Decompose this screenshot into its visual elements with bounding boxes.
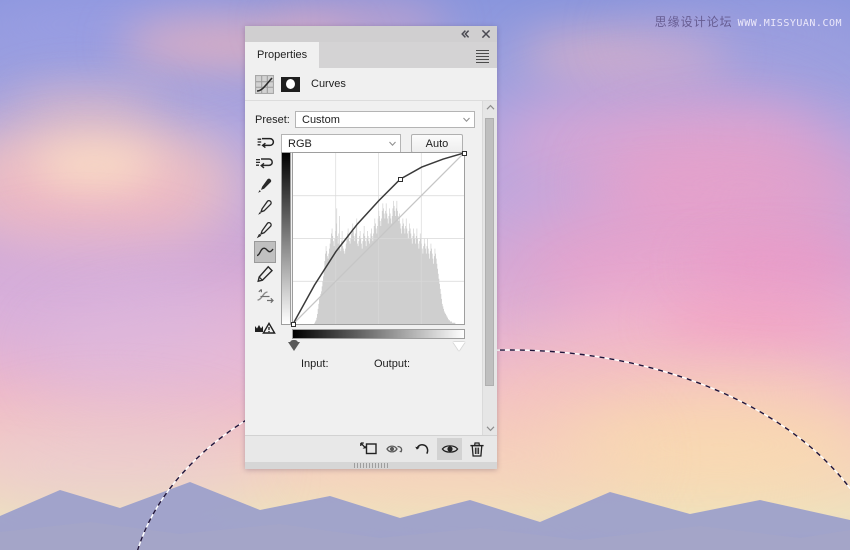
auto-button-label: Auto: [425, 137, 449, 150]
eyedropper-black-point-tool[interactable]: [254, 175, 276, 197]
collapse-panel-icon[interactable]: [459, 28, 471, 40]
watermark: 思缘设计论坛 WWW.MISSYUAN.COM: [655, 13, 842, 30]
eyedropper-white-point-tool[interactable]: [254, 219, 276, 241]
layer-mask-icon: [281, 76, 300, 92]
preset-label: Preset:: [255, 113, 290, 126]
panel-body: Curves Preset: Custom RGB Auto Input: Ou…: [245, 68, 497, 462]
reset-adjustment-button[interactable]: [410, 438, 435, 460]
panel-scrollbar[interactable]: [482, 101, 497, 435]
curve-control-point[interactable]: [290, 321, 296, 327]
panel-resize-edge[interactable]: [245, 462, 497, 469]
output-gradient-bar: [281, 152, 291, 325]
channel-value: RGB: [288, 137, 312, 150]
chevron-down-icon: [389, 141, 396, 147]
delete-adjustment-layer-button[interactable]: [464, 438, 489, 460]
channel-row: RGB Auto: [245, 134, 497, 153]
clip-to-layer-button[interactable]: [356, 438, 381, 460]
curve-point-tool[interactable]: [254, 241, 276, 263]
panel-menu-icon[interactable]: [476, 50, 489, 63]
eyedropper-gray-point-tool[interactable]: [254, 197, 276, 219]
curves-tool-rail[interactable]: [253, 153, 277, 339]
curve-control-point[interactable]: [461, 150, 467, 156]
panel-content: Preset: Custom RGB Auto Input: Output:: [245, 101, 497, 435]
tabstrip-empty-area: [319, 42, 497, 68]
panel-resize-grip[interactable]: [354, 463, 388, 468]
watermark-en-text: WWW.MISSYUAN.COM: [737, 18, 842, 29]
adjustment-title: Curves: [311, 78, 346, 90]
adjustment-header: Curves: [245, 68, 497, 101]
on-image-adjustment-tool[interactable]: [254, 153, 276, 175]
watermark-cn-text: 思缘设计论坛: [654, 15, 733, 29]
scroll-up-button[interactable]: [483, 101, 497, 114]
curves-grid-icon: [255, 74, 274, 94]
panel-tabstrip[interactable]: Properties: [245, 42, 497, 68]
tab-properties-label: Properties: [257, 49, 308, 61]
input-label: Input:: [301, 358, 329, 370]
preset-value: Custom: [302, 113, 340, 126]
screen: 思缘设计论坛 WWW.MISSYUAN.COM Properties Curve…: [0, 0, 850, 550]
auto-button[interactable]: Auto: [411, 134, 463, 153]
panel-titlebar[interactable]: [245, 26, 497, 42]
scroll-down-button[interactable]: [483, 422, 497, 435]
properties-panel[interactable]: Properties Curves Preset: Custom RGB Aut…: [245, 26, 497, 469]
output-label: Output:: [374, 358, 411, 370]
scrollbar-thumb[interactable]: [485, 118, 494, 386]
output-field-group: Output:: [374, 358, 410, 370]
close-icon[interactable]: [480, 28, 492, 40]
clipping-warning-tool[interactable]: [254, 317, 276, 339]
panel-footer[interactable]: [245, 435, 497, 462]
tab-properties[interactable]: Properties: [245, 42, 320, 68]
on-image-adjust-icon[interactable]: [251, 136, 281, 151]
preset-select[interactable]: Custom: [295, 111, 475, 128]
chevron-down-icon: [463, 117, 470, 123]
input-field-group: Input:: [301, 358, 329, 370]
curve-control-point[interactable]: [397, 176, 403, 182]
view-previous-state-button[interactable]: [383, 438, 408, 460]
black-point-slider[interactable]: [288, 340, 300, 351]
curves-graph-area[interactable]: Input: Output:: [281, 150, 467, 370]
curves-controls: Preset: Custom RGB Auto Input: Output:: [245, 101, 497, 435]
pencil-draw-curve-tool[interactable]: [254, 263, 276, 285]
input-gradient-bar: [292, 329, 465, 339]
channel-select[interactable]: RGB: [281, 134, 401, 153]
toggle-layer-visibility-button[interactable]: [437, 438, 462, 460]
white-point-slider[interactable]: [453, 342, 465, 351]
curves-plot[interactable]: [290, 150, 467, 327]
preset-row: Preset: Custom: [245, 111, 497, 128]
scrollbar-track[interactable]: [483, 114, 497, 422]
smooth-curve-tool[interactable]: [254, 285, 276, 307]
curve-control-points: [290, 150, 467, 327]
